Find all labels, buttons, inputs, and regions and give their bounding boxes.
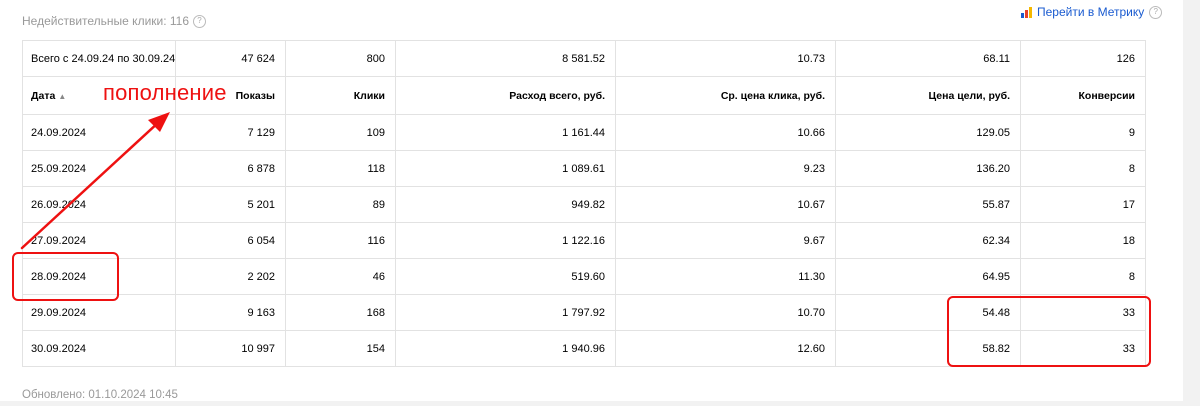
cell-clicks: 154: [285, 330, 396, 367]
page-edge-strip: [1183, 0, 1200, 406]
metrika-icon: [1021, 6, 1032, 18]
cell-spend: 949.82: [395, 186, 616, 223]
cell-date: 24.09.2024: [22, 114, 176, 151]
help-icon[interactable]: ?: [193, 14, 207, 28]
cell-goal-cost: 64.95: [835, 258, 1021, 295]
help-icon[interactable]: ?: [1149, 5, 1163, 19]
cell-avg-cpc: 10.70: [615, 294, 836, 331]
column-header-goal-cost[interactable]: Цена цели, руб.: [835, 76, 1021, 115]
cell-clicks: 118: [285, 150, 396, 187]
cell-conversions: 8: [1020, 258, 1146, 295]
cell-impressions: 10 997: [175, 330, 286, 367]
table-row: 28.09.2024 2 202 46 519.60 11.30 64.95 8: [22, 258, 1146, 295]
page-bottom-strip: [0, 401, 1200, 406]
annotation-label: пополнение: [103, 80, 227, 105]
cell-impressions: 7 129: [175, 114, 286, 151]
cell-conversions: 8: [1020, 150, 1146, 187]
table-row: 24.09.2024 7 129 109 1 161.44 10.66 129.…: [22, 114, 1146, 151]
cell-avg-cpc: 11.30: [615, 258, 836, 295]
cell-conversions: 17: [1020, 186, 1146, 223]
totals-period: Всего с 24.09.24 по 30.09.24: [22, 40, 176, 77]
cell-spend: 1 122.16: [395, 222, 616, 259]
cell-goal-cost: 136.20: [835, 150, 1021, 187]
highlight-box-goal-conversions: [947, 296, 1151, 367]
cell-spend: 1 797.92: [395, 294, 616, 331]
cell-spend: 1 089.61: [395, 150, 616, 187]
totals-clicks: 800: [285, 40, 396, 77]
column-header-avg-cpc[interactable]: Ср. цена клика, руб.: [615, 76, 836, 115]
cell-impressions: 5 201: [175, 186, 286, 223]
cell-impressions: 6 878: [175, 150, 286, 187]
cell-avg-cpc: 9.67: [615, 222, 836, 259]
column-header-clicks[interactable]: Клики: [285, 76, 396, 115]
cell-clicks: 116: [285, 222, 396, 259]
column-header-conversions[interactable]: Конверсии: [1020, 76, 1146, 115]
cell-goal-cost: 62.34: [835, 222, 1021, 259]
cell-impressions: 2 202: [175, 258, 286, 295]
last-updated: Обновлено: 01.10.2024 10:45: [22, 389, 178, 401]
cell-conversions: 9: [1020, 114, 1146, 151]
cell-avg-cpc: 10.67: [615, 186, 836, 223]
table-row: 26.09.2024 5 201 89 949.82 10.67 55.87 1…: [22, 186, 1146, 223]
cell-date: 25.09.2024: [22, 150, 176, 187]
metrika-link-label: Перейти в Метрику: [1037, 5, 1145, 19]
cell-clicks: 109: [285, 114, 396, 151]
cell-spend: 1 940.96: [395, 330, 616, 367]
cell-avg-cpc: 10.66: [615, 114, 836, 151]
sort-ascending-icon: ▲: [58, 91, 67, 101]
totals-conversions: 126: [1020, 40, 1146, 77]
cell-spend: 519.60: [395, 258, 616, 295]
cell-conversions: 18: [1020, 222, 1146, 259]
totals-goal-cost: 68.11: [835, 40, 1021, 77]
invalid-clicks-note: Недействительные клики: 116 ?: [22, 14, 207, 28]
totals-spend: 8 581.52: [395, 40, 616, 77]
cell-avg-cpc: 9.23: [615, 150, 836, 187]
totals-row: Всего с 24.09.24 по 30.09.24 47 624 800 …: [22, 40, 1146, 77]
cell-date: 30.09.2024: [22, 330, 176, 367]
cell-date: 26.09.2024: [22, 186, 176, 223]
highlight-box-date: [12, 252, 119, 301]
totals-avg-cpc: 10.73: [615, 40, 836, 77]
cell-goal-cost: 129.05: [835, 114, 1021, 151]
cell-clicks: 46: [285, 258, 396, 295]
invalid-clicks-label: Недействительные клики: 116: [22, 14, 190, 28]
cell-impressions: 9 163: [175, 294, 286, 331]
cell-goal-cost: 55.87: [835, 186, 1021, 223]
totals-impressions: 47 624: [175, 40, 286, 77]
cell-spend: 1 161.44: [395, 114, 616, 151]
table-row: 27.09.2024 6 054 116 1 122.16 9.67 62.34…: [22, 222, 1146, 259]
cell-clicks: 168: [285, 294, 396, 331]
column-header-spend[interactable]: Расход всего, руб.: [395, 76, 616, 115]
table-row: 25.09.2024 6 878 118 1 089.61 9.23 136.2…: [22, 150, 1146, 187]
go-to-metrika-link[interactable]: Перейти в Метрику ?: [1021, 5, 1163, 19]
cell-avg-cpc: 12.60: [615, 330, 836, 367]
cell-impressions: 6 054: [175, 222, 286, 259]
cell-clicks: 89: [285, 186, 396, 223]
